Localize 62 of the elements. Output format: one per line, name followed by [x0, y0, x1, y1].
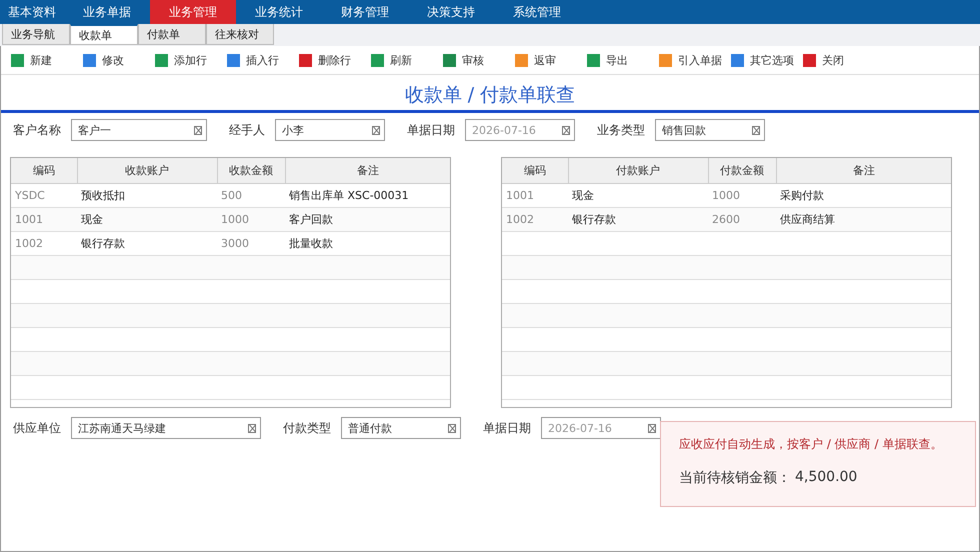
- menu-item[interactable]: 系统管理: [494, 0, 580, 24]
- table-cell: 客户回款: [285, 208, 450, 232]
- clear-icon[interactable]: [372, 126, 380, 134]
- table-cell: 1002: [502, 208, 568, 232]
- clear-icon[interactable]: [448, 424, 456, 432]
- clear-icon[interactable]: [752, 126, 760, 134]
- table-cell: 现金: [77, 208, 217, 232]
- toolbar-button[interactable]: 修改: [83, 52, 155, 68]
- field-label: 付款类型: [283, 420, 331, 436]
- toolbar-button[interactable]: 刷新: [371, 52, 443, 68]
- column-header: 备注: [776, 158, 951, 184]
- clear-icon[interactable]: [194, 126, 202, 134]
- total-amount: 4,500.00: [795, 469, 858, 487]
- table-cell: 供应商结算: [776, 208, 951, 232]
- toolbar-button[interactable]: 关闭: [803, 52, 875, 68]
- input-field[interactable]: 销售回款: [655, 119, 765, 141]
- menu-item[interactable]: 业务统计: [236, 0, 322, 24]
- column-header: 编码: [502, 158, 568, 184]
- tab[interactable]: 往来核对: [206, 24, 274, 45]
- clear-icon[interactable]: [248, 424, 256, 432]
- field-label: 单据日期: [407, 122, 455, 138]
- menu-item[interactable]: 决策支持: [408, 0, 494, 24]
- table-cell: 2600: [708, 208, 776, 232]
- input-field[interactable]: 江苏南通天马绿建: [71, 417, 261, 439]
- toolbar-button[interactable]: 其它选项: [731, 52, 803, 68]
- toolbar-button[interactable]: 导出: [587, 52, 659, 68]
- field-label: 经手人: [229, 122, 265, 138]
- table-cell: 银行存款: [568, 208, 708, 232]
- toolbar-button[interactable]: 审核: [443, 52, 515, 68]
- input-field[interactable]: 普通付款: [341, 417, 461, 439]
- column-header: 编码: [11, 158, 77, 184]
- field-label: 业务类型: [597, 122, 645, 138]
- input-field[interactable]: 小李: [275, 119, 385, 141]
- clear-icon[interactable]: [562, 126, 570, 134]
- tab[interactable]: 业务导航: [2, 24, 70, 45]
- toolbar-button[interactable]: 删除行: [299, 52, 371, 68]
- column-header: 收款金额: [217, 158, 285, 184]
- column-header: 备注: [285, 158, 450, 184]
- toolbar-button[interactable]: 返审: [515, 52, 587, 68]
- column-header: 付款金额: [708, 158, 776, 184]
- toolbar-button[interactable]: 引入单据: [659, 52, 731, 68]
- menu-item[interactable]: 业务单据: [64, 0, 150, 24]
- input-field[interactable]: 客户一: [71, 119, 207, 141]
- tab[interactable]: 收款单: [70, 24, 138, 45]
- table-cell: 1000: [217, 208, 285, 232]
- column-header: 付款账户: [568, 158, 708, 184]
- toolbar-button[interactable]: 新建: [11, 52, 83, 68]
- notice-message: 应收应付自动生成，按客户 / 供应商 / 单据联查。: [679, 436, 944, 453]
- clear-icon[interactable]: [648, 424, 656, 432]
- field-label: 供应单位: [13, 420, 61, 436]
- menu-item[interactable]: 业务管理: [150, 0, 236, 24]
- field-label: 客户名称: [13, 122, 61, 138]
- menu-item[interactable]: 财务管理: [322, 0, 408, 24]
- tab[interactable]: 付款单: [138, 24, 206, 45]
- total-label: 当前待核销金额：: [679, 469, 791, 487]
- table-cell: 1001: [11, 208, 77, 232]
- field-label: 单据日期: [483, 420, 531, 436]
- column-header: 收款账户: [77, 158, 217, 184]
- page-title: 收款单 / 付款单联查: [1, 85, 979, 113]
- toolbar-button[interactable]: 插入行: [227, 52, 299, 68]
- toolbar-button[interactable]: 添加行: [155, 52, 227, 68]
- menu-item[interactable]: 基本资料: [0, 0, 64, 24]
